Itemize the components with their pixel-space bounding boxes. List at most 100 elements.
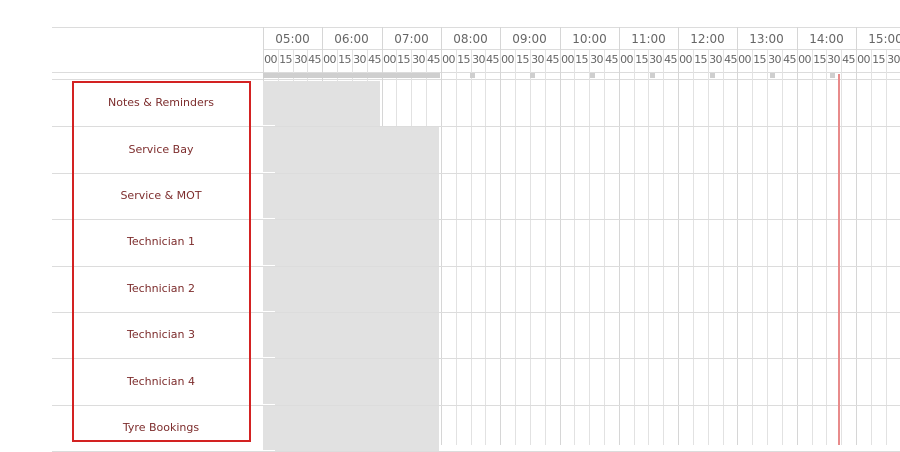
quarter-label: 45 <box>486 53 499 66</box>
row-separator <box>52 405 900 406</box>
header-top-border <box>52 27 900 28</box>
unavailable-block <box>263 359 439 405</box>
quarter-gridline <box>456 50 457 445</box>
resource-label[interactable]: Technician 1 <box>75 232 247 252</box>
quarter-label: 30 <box>649 53 662 66</box>
time-marker <box>263 73 440 78</box>
quarter-gridline <box>826 50 827 445</box>
quarter-label: 15 <box>813 53 826 66</box>
quarter-label: 15 <box>694 53 707 66</box>
header-mid-border <box>263 49 900 50</box>
time-marker <box>470 73 475 78</box>
hour-label: 09:00 <box>512 32 547 46</box>
quarter-label: 15 <box>397 53 410 66</box>
quarter-label: 45 <box>664 53 677 66</box>
unavailable-block <box>263 173 439 220</box>
body-top-border <box>52 79 900 80</box>
quarter-gridline <box>589 50 590 445</box>
resource-label[interactable]: Technician 4 <box>75 372 247 392</box>
quarter-label: 15 <box>279 53 292 66</box>
hour-label: 10:00 <box>572 32 607 46</box>
hour-gridline <box>797 27 798 445</box>
hour-gridline <box>856 27 857 445</box>
quarter-label: 00 <box>857 53 870 66</box>
resource-label[interactable]: Technician 2 <box>75 279 247 299</box>
quarter-label: 30 <box>412 53 425 66</box>
row-separator <box>52 358 900 359</box>
quarter-label: 45 <box>546 53 559 66</box>
quarter-gridline <box>708 50 709 445</box>
hour-label: 05:00 <box>275 32 310 46</box>
unavailable-block <box>263 405 439 452</box>
quarter-gridline <box>886 50 887 445</box>
time-marker <box>770 73 775 78</box>
quarter-label: 15 <box>457 53 470 66</box>
hour-label: 13:00 <box>749 32 784 46</box>
hour-label: 14:00 <box>809 32 844 46</box>
scheduler: 05:00 06:00 07:00 08:00 09:00 10:00 11:00 12:00… <box>0 0 900 452</box>
resource-label[interactable]: Notes & Reminders <box>75 93 247 113</box>
quarter-gridline <box>634 50 635 445</box>
unavailable-block <box>263 313 439 359</box>
resource-label[interactable]: Tyre Bookings <box>75 418 247 438</box>
quarter-gridline <box>515 50 516 445</box>
time-marker <box>830 73 835 78</box>
quarter-gridline <box>485 50 486 445</box>
quarter-label: 00 <box>738 53 751 66</box>
quarter-gridline <box>782 50 783 445</box>
quarter-label: 00 <box>561 53 574 66</box>
resource-label[interactable]: Service Bay <box>75 140 247 160</box>
quarter-label: 00 <box>264 53 277 66</box>
quarter-gridline <box>545 50 546 445</box>
hour-gridline <box>619 27 620 445</box>
row-separator <box>52 219 900 220</box>
row-separator <box>52 173 900 174</box>
quarter-label: 30 <box>472 53 485 66</box>
unavailable-block <box>263 81 380 127</box>
quarter-label: 45 <box>427 53 440 66</box>
hour-label: 11:00 <box>631 32 666 46</box>
hour-gridline <box>737 27 738 445</box>
unavailable-block <box>263 127 439 173</box>
resource-label[interactable]: Technician 3 <box>75 325 247 345</box>
quarter-gridline <box>693 50 694 445</box>
quarter-label: 15 <box>516 53 529 66</box>
hour-label: 06:00 <box>334 32 369 46</box>
quarter-label: 45 <box>368 53 381 66</box>
quarter-label: 15 <box>575 53 588 66</box>
quarter-gridline <box>871 50 872 445</box>
quarter-label: 00 <box>620 53 633 66</box>
current-time-indicator <box>838 74 840 445</box>
quarter-label: 15 <box>753 53 766 66</box>
quarter-label: 00 <box>442 53 455 66</box>
row-separator <box>52 266 900 267</box>
quarter-label: 15 <box>635 53 648 66</box>
quarter-gridline <box>812 50 813 445</box>
hour-label: 08:00 <box>453 32 488 46</box>
time-marker <box>650 73 655 78</box>
quarter-label: 45 <box>842 53 855 66</box>
quarter-label: 00 <box>501 53 514 66</box>
hour-label: 12:00 <box>690 32 725 46</box>
row-separator <box>52 126 900 127</box>
unavailable-block <box>263 220 439 266</box>
quarter-label: 15 <box>872 53 885 66</box>
hour-gridline <box>500 27 501 445</box>
quarter-gridline <box>604 50 605 445</box>
quarter-gridline <box>471 50 472 445</box>
unavailable-block <box>263 266 439 312</box>
quarter-gridline <box>663 50 664 445</box>
quarter-gridline <box>767 50 768 445</box>
quarter-label: 45 <box>308 53 321 66</box>
quarter-label: 30 <box>768 53 781 66</box>
quarter-label: 30 <box>709 53 722 66</box>
quarter-gridline <box>841 50 842 445</box>
quarter-gridline <box>574 50 575 445</box>
quarter-gridline <box>530 50 531 445</box>
quarter-label: 00 <box>679 53 692 66</box>
quarter-gridline <box>723 50 724 445</box>
row-separator <box>52 312 900 313</box>
hour-gridline <box>560 27 561 445</box>
quarter-label: 00 <box>383 53 396 66</box>
resource-label[interactable]: Service & MOT <box>75 186 247 206</box>
